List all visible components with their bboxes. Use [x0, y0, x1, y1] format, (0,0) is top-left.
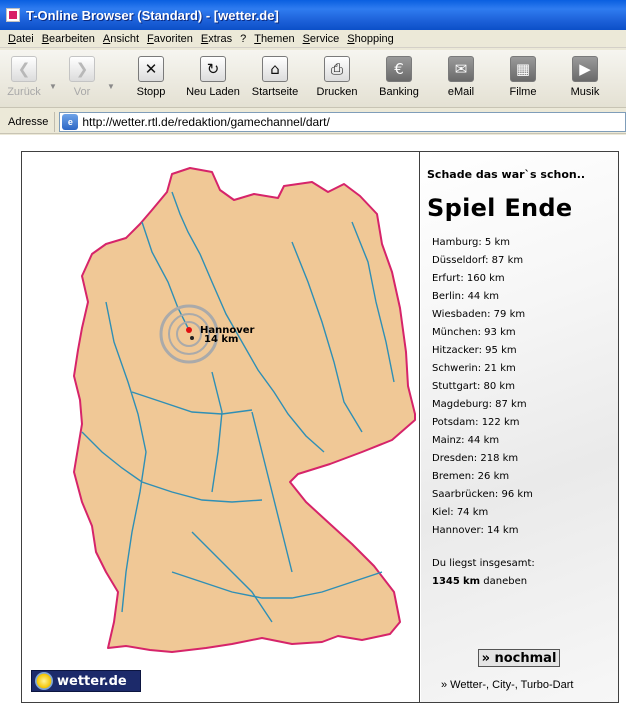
print-button[interactable]: ⎙ Drucken [306, 50, 368, 106]
menu-datei[interactable]: Datei [4, 33, 38, 45]
home-button[interactable]: ⌂ Startseite [244, 50, 306, 106]
menu-favoriten[interactable]: Favoriten [143, 33, 197, 45]
print-label: Drucken [316, 86, 358, 98]
total-value: 1345 [432, 576, 460, 587]
address-bar: Adresse e http://wetter.rtl.de/redaktion… [0, 110, 626, 134]
film-icon: ▦ [510, 56, 536, 82]
films-label: Filme [509, 86, 537, 98]
email-label: eMail [447, 86, 475, 98]
back-label: Zurück [7, 86, 41, 98]
total-distance: 1345 km daneben [432, 576, 527, 587]
game-heading: Spiel Ende [427, 194, 573, 222]
dart-hit-dot [186, 327, 192, 333]
total-unit: km [463, 576, 481, 587]
result-row: Erfurt: 160 km [432, 273, 505, 284]
email-button[interactable]: ✉ eMail [430, 50, 492, 106]
stop-button[interactable]: ✕ Stopp [120, 50, 182, 106]
result-row: Schwerin: 21 km [432, 363, 516, 374]
sun-icon [35, 672, 53, 690]
result-row: Hannover: 14 km [432, 525, 519, 536]
result-row: Hamburg: 5 km [432, 237, 510, 248]
menu-bar: Datei Bearbeiten Ansicht Favoriten Extra… [0, 30, 626, 48]
forward-label: Vor [73, 86, 91, 98]
page-content: Hannover 14 km wetter.de Schade das war`… [0, 135, 626, 714]
result-row: Hitzacker: 95 km [432, 345, 517, 356]
menu-ansicht[interactable]: Ansicht [99, 33, 143, 45]
app-icon [6, 8, 20, 22]
printer-icon: ⎙ [324, 56, 350, 82]
result-row: Magdeburg: 87 km [432, 399, 527, 410]
page-icon: e [62, 113, 79, 130]
result-row: Berlin: 44 km [432, 291, 500, 302]
reload-icon: ↻ [200, 56, 226, 82]
toolbar: ❮ Zurück ▼ ❯ Vor ▼ ✕ Stopp ↻ Neu Laden ⌂… [0, 50, 626, 108]
euro-icon: € [386, 56, 412, 82]
forward-dropdown-icon[interactable]: ▼ [102, 50, 120, 106]
reload-button[interactable]: ↻ Neu Laden [182, 50, 244, 106]
back-arrow-icon: ❮ [11, 56, 37, 82]
result-row: Bremen: 26 km [432, 471, 510, 482]
play-icon: ▶ [572, 56, 598, 82]
address-label: Adresse [0, 111, 56, 132]
reload-label: Neu Laden [186, 86, 240, 98]
germany-map[interactable]: Hannover 14 km wetter.de [22, 152, 420, 702]
map-svg [73, 167, 416, 653]
result-row: Wiesbaden: 79 km [432, 309, 526, 320]
address-input[interactable]: e http://wetter.rtl.de/redaktion/gamecha… [59, 111, 626, 132]
logo-text: wetter.de [57, 673, 127, 689]
envelope-icon: ✉ [448, 56, 474, 82]
result-row: Mainz: 44 km [432, 435, 500, 446]
play-again-button[interactable]: » nochmal [478, 649, 560, 667]
home-label: Startseite [251, 86, 299, 98]
forward-arrow-icon: ❯ [69, 56, 95, 82]
result-row: Saarbrücken: 96 km [432, 489, 533, 500]
window-title: T-Online Browser (Standard) - [wetter.de… [26, 7, 279, 23]
menu-extras[interactable]: Extras [197, 33, 236, 45]
result-row: Stuttgart: 80 km [432, 381, 515, 392]
music-label: Musik [570, 86, 600, 98]
game-subtitle: Schade das war`s schon.. [427, 168, 586, 181]
banking-label: Banking [379, 86, 419, 98]
title-bar: T-Online Browser (Standard) - [wetter.de… [0, 0, 626, 30]
home-icon: ⌂ [262, 56, 288, 82]
back-dropdown-icon[interactable]: ▼ [44, 50, 62, 106]
back-button[interactable]: ❮ Zurück [4, 50, 44, 106]
city-distance-label: 14 km [204, 334, 239, 345]
music-button[interactable]: ▶ Musik [554, 50, 616, 106]
results-list: Hamburg: 5 km Düsseldorf: 87 km Erfurt: … [432, 234, 612, 540]
results-panel: Schade das war`s schon.. Spiel Ende Hamb… [421, 152, 618, 702]
result-row: Potsdam: 122 km [432, 417, 520, 428]
total-suffix: daneben [483, 576, 528, 587]
total-label: Du liegst insgesamt: [432, 558, 535, 569]
banking-button[interactable]: € Banking [368, 50, 430, 106]
forward-button[interactable]: ❯ Vor [62, 50, 102, 106]
menu-help[interactable]: ? [236, 33, 250, 45]
menu-service[interactable]: Service [299, 33, 344, 45]
films-button[interactable]: ▦ Filme [492, 50, 554, 106]
address-url: http://wetter.rtl.de/redaktion/gamechann… [82, 114, 330, 129]
menu-shopping[interactable]: Shopping [343, 33, 398, 45]
game-frame: Hannover 14 km wetter.de Schade das war`… [21, 151, 619, 703]
menu-themen[interactable]: Themen [250, 33, 298, 45]
stop-x-icon: ✕ [138, 56, 164, 82]
result-row: München: 93 km [432, 327, 516, 338]
wetter-logo[interactable]: wetter.de [31, 670, 141, 692]
more-games-link[interactable]: » Wetter-, City-, Turbo-Dart [441, 679, 573, 691]
result-row: Düsseldorf: 87 km [432, 255, 524, 266]
result-row: Kiel: 74 km [432, 507, 489, 518]
result-row: Dresden: 218 km [432, 453, 519, 464]
stop-label: Stopp [136, 86, 166, 98]
menu-bearbeiten[interactable]: Bearbeiten [38, 33, 99, 45]
